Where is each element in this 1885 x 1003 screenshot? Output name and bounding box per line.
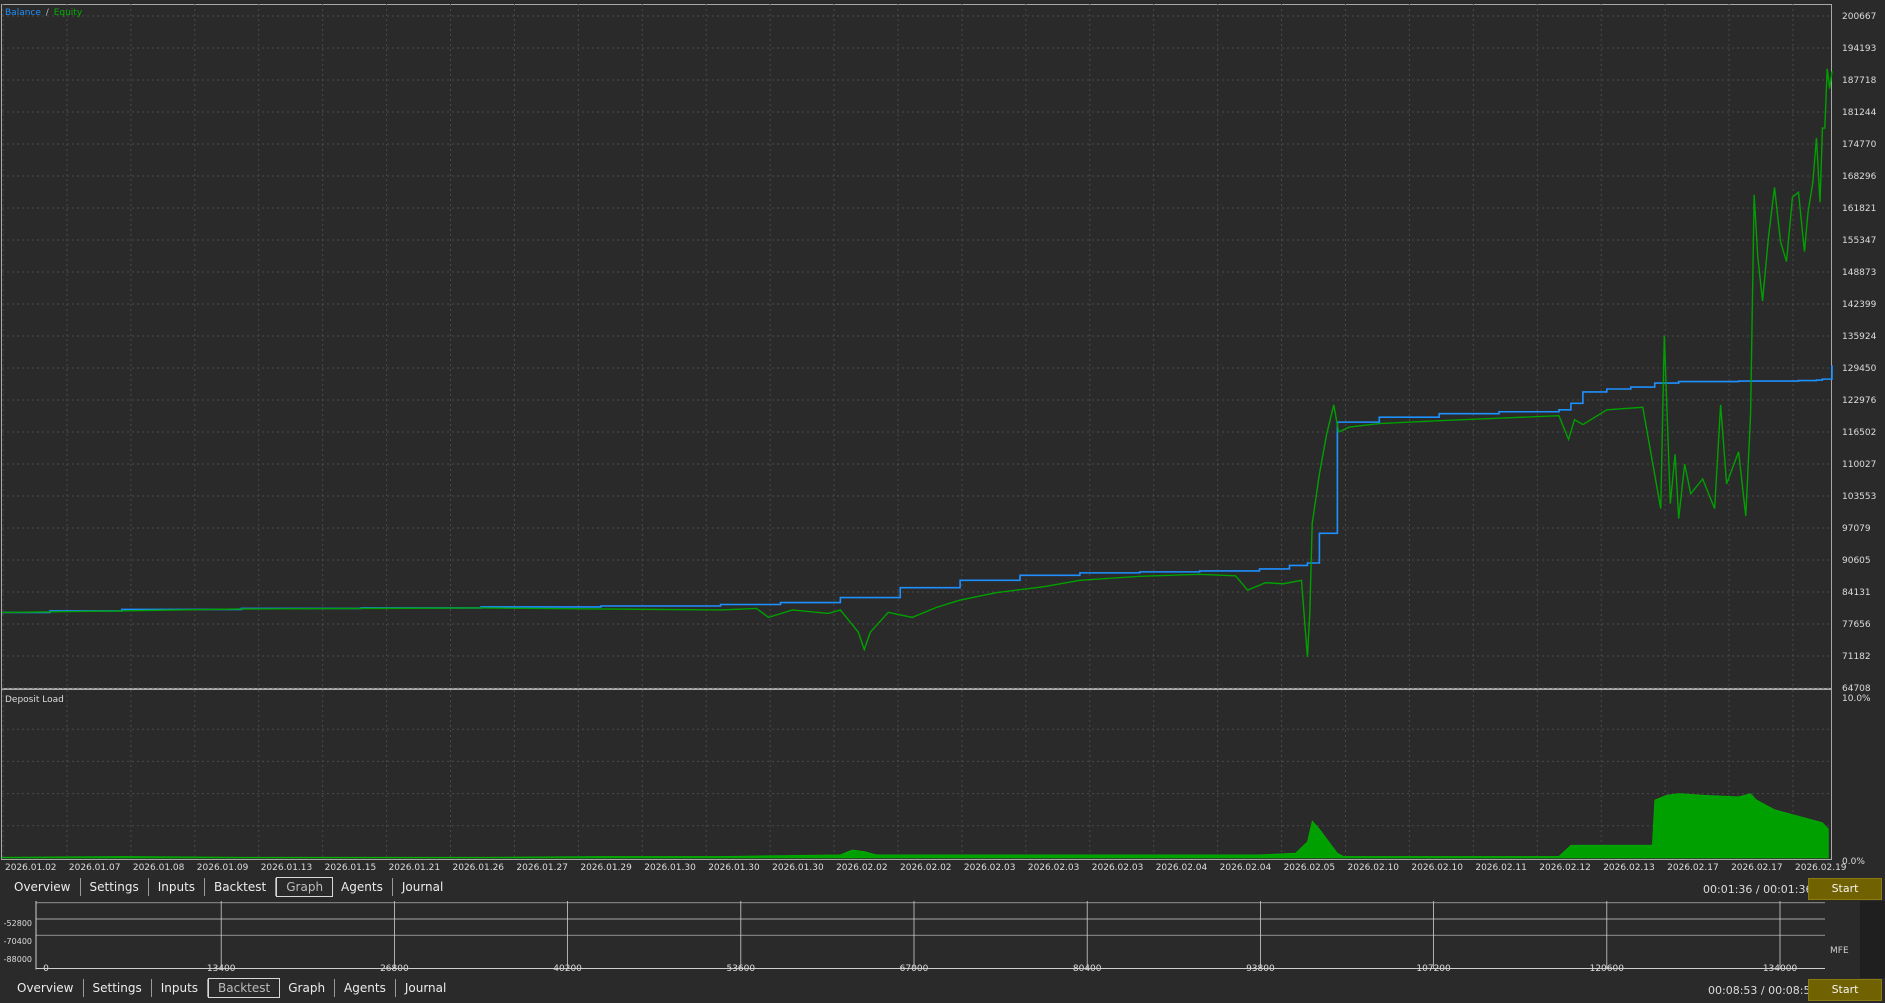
y-tick-label: 200667 (1842, 12, 1876, 22)
mfe-x-label: 53600 (726, 964, 755, 974)
x-tick-label: 2026.01.26 (453, 863, 505, 872)
lower-tab-settings[interactable]: Settings (84, 979, 152, 997)
y-tick-label: 90605 (1842, 556, 1871, 566)
x-tick-label: 2026.01.30 (708, 863, 760, 872)
deposit-load-title: Deposit Load (5, 695, 64, 705)
x-tick-label: 2026.01.07 (69, 863, 121, 872)
x-tick-label: 2026.02.11 (1475, 863, 1527, 872)
y-tick-label: 194193 (1842, 44, 1876, 54)
mfe-x-label: 120600 (1590, 964, 1625, 974)
lower-tab-agents[interactable]: Agents (335, 979, 396, 997)
y-tick-label: 64708 (1842, 684, 1871, 694)
tab-graph[interactable]: Graph (276, 877, 334, 897)
mfe-x-label: 107200 (1416, 964, 1451, 974)
x-tick-label: 2026.01.30 (644, 863, 696, 872)
mfe-x-label: 13400 (207, 964, 236, 974)
x-tick-label: 2026.01.09 (197, 863, 249, 872)
x-tick-label: 2026.02.03 (964, 863, 1016, 872)
y-tick-label: 77656 (1842, 620, 1871, 630)
legend-equity: Equity (54, 8, 83, 18)
mfe-x-label: 0 (43, 964, 49, 974)
tab-backtest[interactable]: Backtest (205, 878, 277, 896)
tab-inputs[interactable]: Inputs (149, 878, 206, 896)
lower-tab-graph[interactable]: Graph (279, 979, 336, 997)
mfe-x-label: 93800 (1246, 964, 1275, 974)
mfe-label: MFE (1830, 946, 1849, 956)
mfe-y-label: -70400 (4, 937, 32, 946)
x-tick-label: 2026.02.19 (1795, 863, 1847, 872)
y-tick-label: 181244 (1842, 108, 1877, 118)
tab-agents[interactable]: Agents (332, 878, 393, 896)
mfe-x-label: 134000 (1763, 964, 1798, 974)
y-tick-label: 174770 (1842, 140, 1877, 150)
x-tick-label: 2026.01.02 (5, 863, 57, 872)
x-tick-label: 2026.02.10 (1348, 863, 1400, 872)
x-tick-label: 2026.02.12 (1539, 863, 1591, 872)
mfe-y-label: -88000 (4, 955, 32, 964)
y-tick-label: 168296 (1842, 172, 1877, 182)
start-button[interactable]: Start (1808, 878, 1882, 900)
lower-start-button[interactable]: Start (1808, 979, 1882, 1001)
lower-tab-journal[interactable]: Journal (396, 979, 456, 997)
y-tick-label: 110027 (1842, 460, 1876, 470)
upper-tab-bar: Overview Settings Inputs Backtest Graph … (5, 876, 452, 898)
y-tick-label: 187718 (1842, 76, 1877, 86)
mfe-chart: -52800 -70400 -88000 0 13400 26800 40200 53600 6… (0, 901, 1885, 979)
x-tick-label: 2026.01.15 (325, 863, 377, 872)
x-tick-label: 2026.02.05 (1284, 863, 1336, 872)
tab-overview[interactable]: Overview (5, 878, 81, 896)
x-tick-label: 2026.02.13 (1603, 863, 1655, 872)
x-tick-label: 2026.01.21 (389, 863, 441, 872)
y-tick-label: 84131 (1842, 588, 1871, 598)
lower-tab-inputs[interactable]: Inputs (152, 979, 209, 997)
main-chart: 200667 194193 187718 181244 174770 168296 1618… (0, 0, 1885, 872)
x-tick-label: 2026.02.02 (900, 863, 952, 872)
mfe-x-label: 80400 (1073, 964, 1102, 974)
y-tick-label: 116502 (1842, 428, 1876, 438)
mfe-x-label: 26800 (380, 964, 409, 974)
y-tick-label: 135924 (1842, 332, 1877, 342)
y-tick-label: 161821 (1842, 204, 1876, 214)
x-tick-label: 2026.02.03 (1028, 863, 1080, 872)
x-tick-label: 2026.01.30 (772, 863, 824, 872)
legend-balance: Balance (5, 8, 41, 18)
x-tick-label: 2026.02.04 (1220, 863, 1272, 872)
x-tick-label: 2026.02.17 (1667, 863, 1719, 872)
mfe-y-label: -52800 (4, 919, 32, 928)
deposit-load-ymax: 10.0% (1842, 694, 1871, 704)
x-tick-label: 2026.02.02 (836, 863, 888, 872)
x-tick-label: 2026.01.08 (133, 863, 185, 872)
x-tick-label: 2026.02.03 (1092, 863, 1144, 872)
x-tick-label: 2026.01.29 (580, 863, 632, 872)
y-tick-label: 129450 (1842, 364, 1877, 374)
tab-settings[interactable]: Settings (81, 878, 149, 896)
lower-tab-bar: Overview Settings Inputs Backtest Graph … (8, 977, 455, 999)
y-tick-label: 71182 (1842, 652, 1871, 662)
deposit-load-ymin: 0.0% (1842, 857, 1865, 867)
y-tick-label: 155347 (1842, 236, 1876, 246)
legend-separator: / (46, 8, 50, 18)
mfe-x-label: 67000 (900, 964, 929, 974)
mfe-x-label: 40200 (553, 964, 582, 974)
x-tick-label: 2026.01.27 (516, 863, 568, 872)
tab-journal[interactable]: Journal (393, 878, 453, 896)
x-tick-label: 2026.02.10 (1411, 863, 1463, 872)
lower-tab-backtest[interactable]: Backtest (208, 978, 281, 998)
x-tick-label: 2026.01.13 (261, 863, 313, 872)
y-tick-label: 148873 (1842, 268, 1876, 278)
upper-timer: 00:01:36 / 00:01:36 (1703, 883, 1813, 896)
lower-timer: 00:08:53 / 00:08:53 (1708, 984, 1818, 997)
y-tick-label: 97079 (1842, 524, 1871, 534)
lower-tab-overview[interactable]: Overview (8, 979, 84, 997)
x-tick-label: 2026.02.04 (1156, 863, 1208, 872)
y-tick-label: 142399 (1842, 300, 1877, 310)
y-tick-label: 122976 (1842, 396, 1877, 406)
y-tick-label: 103553 (1842, 492, 1876, 502)
x-tick-label: 2026.02.17 (1731, 863, 1783, 872)
